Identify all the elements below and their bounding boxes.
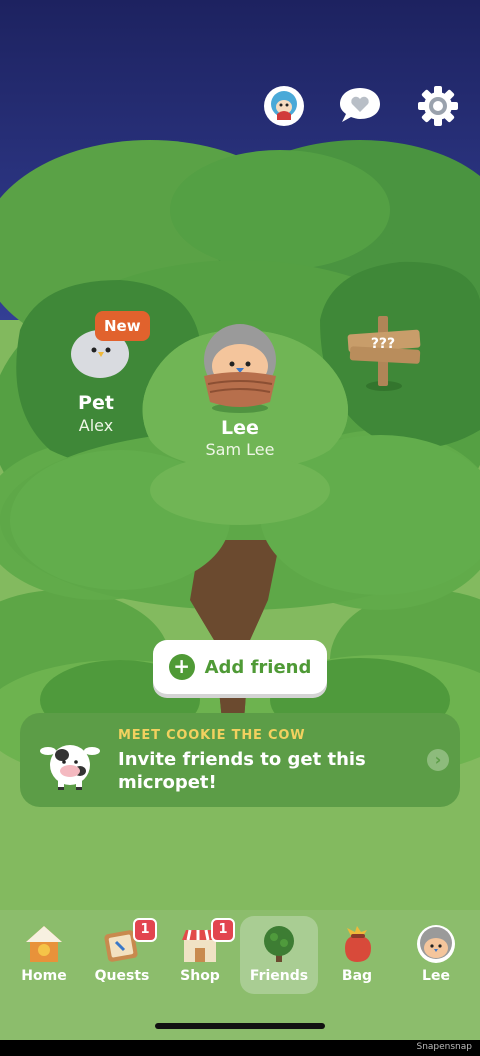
cow-icon: [40, 735, 100, 791]
mystery-signpost[interactable]: [344, 314, 424, 394]
avatar-icon: [416, 924, 456, 964]
tab-profile[interactable]: Lee: [397, 916, 475, 994]
gear-icon[interactable]: [416, 84, 460, 128]
friend-subtitle-sam-lee: Sam Lee: [205, 440, 275, 459]
add-friend-button[interactable]: + Add friend: [153, 640, 327, 694]
tree-icon: [259, 924, 299, 964]
tab-label: Quests: [94, 968, 150, 984]
tab-bar: Home 1 Quests 1 Shop Friends Bag Lee: [0, 910, 480, 1040]
tab-quests[interactable]: 1 Quests: [83, 916, 161, 994]
friend-subtitle-alex: Alex: [78, 416, 114, 435]
friend-name-lee[interactable]: Lee: [190, 417, 290, 439]
new-badge: New: [95, 311, 150, 341]
add-friend-label: Add friend: [204, 656, 312, 678]
tab-label: Bag: [341, 968, 373, 984]
tab-label: Friends: [249, 968, 309, 984]
watermark-text: Snapensnap: [416, 1042, 472, 1052]
tab-shop[interactable]: 1 Shop: [161, 916, 239, 994]
tab-home[interactable]: Home: [5, 916, 83, 994]
chevron-right-icon[interactable]: ›: [427, 749, 449, 771]
shop-count-badge: 1: [211, 918, 235, 942]
promo-title: Invite friends to get this micropet!: [118, 749, 366, 793]
lee-bird-in-nest-icon[interactable]: [196, 322, 284, 414]
tab-bag[interactable]: Bag: [318, 916, 396, 994]
home-indicator[interactable]: [155, 1023, 325, 1029]
promo-kicker: MEET COOKIE THE COW: [118, 728, 306, 743]
footer-strip: Snapensnap: [0, 1040, 480, 1056]
tab-label: Home: [21, 968, 67, 984]
friend-name-pet[interactable]: Pet: [46, 392, 146, 414]
birdhouse-icon: [24, 924, 64, 964]
tree-scene: [0, 0, 480, 1056]
chat-heart-icon[interactable]: [338, 84, 382, 128]
quests-count-badge: 1: [133, 918, 157, 942]
tab-friends[interactable]: Friends: [240, 916, 318, 994]
tab-label: Lee: [422, 968, 450, 984]
plus-icon: +: [168, 654, 195, 680]
bag-icon: [337, 924, 377, 964]
promo-card[interactable]: MEET COOKIE THE COW Invite friends to ge…: [20, 713, 460, 807]
signpost-text: ???: [370, 336, 396, 352]
tab-label: Shop: [180, 968, 220, 984]
avatar-heart-icon[interactable]: [262, 84, 306, 128]
